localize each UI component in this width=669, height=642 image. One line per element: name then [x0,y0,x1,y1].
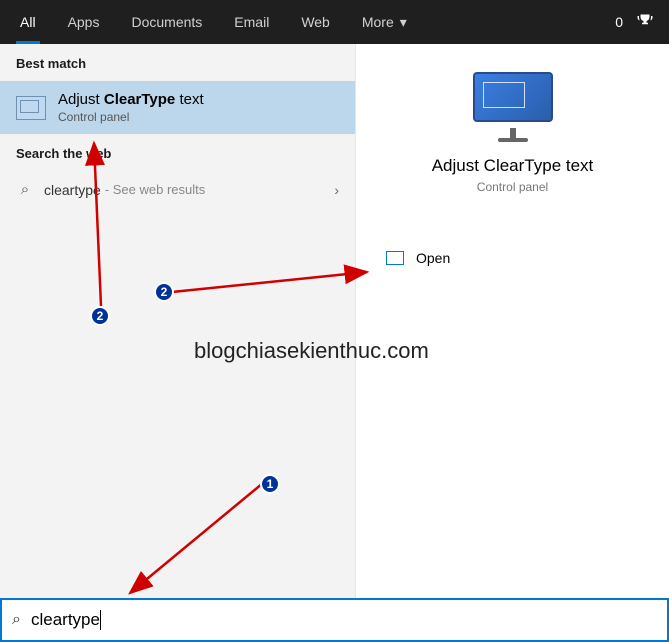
tab-more[interactable]: More ▾ [346,0,423,44]
preview-pane: Adjust ClearType text Control panel Open [356,44,669,598]
web-term: cleartype [44,182,101,198]
tab-label: Apps [68,14,100,30]
tab-all[interactable]: All [4,0,52,44]
search-bar[interactable]: ⌕ cleartype [0,598,669,642]
search-input[interactable]: cleartype [31,610,657,631]
preview-title: Adjust ClearType text [432,156,594,176]
open-label: Open [416,250,450,266]
chevron-right-icon: › [334,182,339,198]
text-caret [100,610,101,630]
open-icon [386,251,404,265]
search-web-header: Search the web [0,134,355,171]
result-title: Adjust ClearType text [58,91,204,108]
tab-label: Email [234,14,269,30]
results-pane: Best match Adjust ClearType text Control… [0,44,356,598]
trophy-icon[interactable] [633,10,657,34]
tab-label: Web [301,14,330,30]
rewards-count: 0 [615,14,623,30]
tab-label: All [20,14,36,30]
web-suffix: - See web results [105,182,205,197]
best-match-header: Best match [0,44,355,81]
tab-apps[interactable]: Apps [52,0,116,44]
search-icon: ⌕ [16,181,34,198]
tab-label: Documents [131,14,202,30]
best-match-result[interactable]: Adjust ClearType text Control panel [0,81,355,134]
monitor-icon [16,96,46,120]
result-subtitle: Control panel [58,110,204,124]
preview: Adjust ClearType text Control panel Open [356,44,669,266]
tab-web[interactable]: Web [285,0,346,44]
web-result[interactable]: ⌕ cleartype - See web results › [0,171,355,208]
tab-documents[interactable]: Documents [115,0,218,44]
open-action[interactable]: Open [356,250,669,266]
monitor-icon [473,72,553,142]
chevron-down-icon: ▾ [400,14,407,31]
result-text: Adjust ClearType text Control panel [58,91,204,124]
content: Best match Adjust ClearType text Control… [0,44,669,598]
search-icon: ⌕ [12,611,21,629]
topbar-right: 0 [615,10,665,34]
tab-label: More [362,14,394,30]
preview-subtitle: Control panel [477,180,548,194]
tab-email[interactable]: Email [218,0,285,44]
top-tabs: All Apps Documents Email Web More ▾ 0 [0,0,669,44]
